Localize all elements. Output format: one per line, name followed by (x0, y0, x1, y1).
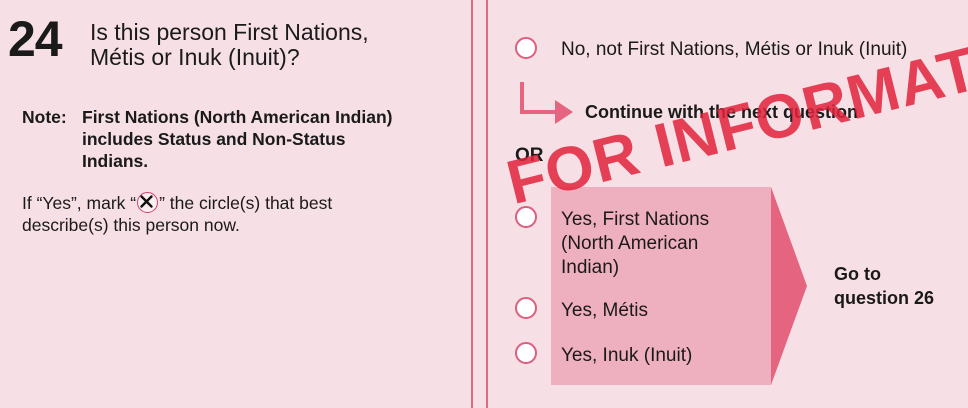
goto-arrow-icon (771, 187, 807, 385)
continue-arrow-icon (520, 82, 573, 124)
radio-yes-metis[interactable] (515, 297, 537, 319)
instruction-line-1: If “Yes”, mark “ ” the circle(s) that bes… (22, 192, 332, 214)
go-to-question-text: Go to question 26 (834, 264, 935, 308)
option-first-nations-line-3: Indian) (561, 257, 620, 278)
question-number: 24 (8, 11, 63, 67)
radio-no[interactable] (515, 37, 537, 59)
note-label: Note: (22, 107, 67, 127)
instruction-after: ” the circle(s) that best (159, 193, 333, 213)
option-first-nations-line-1: Yes, First Nations (561, 209, 710, 230)
radio-yes-inuk[interactable] (515, 342, 537, 364)
instruction-line-2: describe(s) this person now. (22, 215, 240, 235)
option-first-nations-line-2: (North American (561, 233, 699, 254)
instruction-before: If “Yes”, mark “ (22, 193, 137, 213)
option-inuk-label: Yes, Inuk (Inuit) (561, 345, 693, 366)
x-mark-icon (137, 192, 159, 213)
column-divider-right (486, 0, 488, 408)
question-text: Is this person First Nations, Métis or I… (90, 19, 369, 70)
column-divider-left (471, 0, 473, 408)
note-text: First Nations (North American Indian) in… (82, 107, 393, 171)
option-no-label: No, not First Nations, Métis or Inuk (In… (561, 39, 908, 60)
option-metis-label: Yes, Métis (561, 300, 648, 321)
